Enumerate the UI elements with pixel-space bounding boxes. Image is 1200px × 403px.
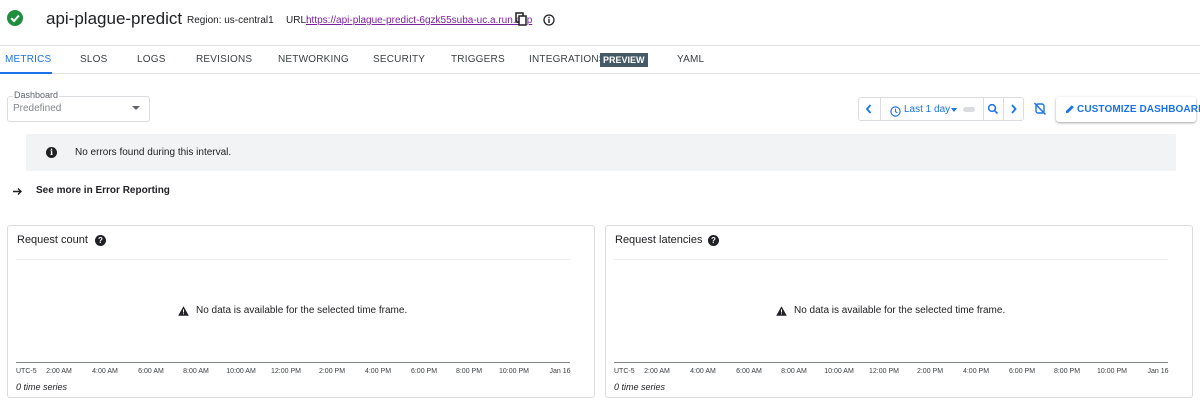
x-axis-tick-label: 4:00 AM — [690, 368, 716, 375]
time-series-count: 0 time series — [16, 382, 68, 392]
clock-icon — [890, 104, 901, 117]
no-data-text: No data is available for the selected ti… — [196, 305, 408, 316]
customize-dashboard-button[interactable]: CUSTOMIZE DASHBOARD — [1056, 97, 1200, 122]
x-axis-tick-label: 8:00 PM — [1053, 368, 1081, 375]
preview-badge: PREVIEW — [600, 53, 648, 67]
service-url-link[interactable]: https://api-plague-predict-6gzk55suba-uc… — [306, 15, 532, 26]
time-series-count: 0 time series — [614, 382, 666, 392]
x-axis-tick-label: 8:00 AM — [781, 368, 807, 375]
x-axis-tick-label: 10:00 PM — [499, 368, 529, 375]
x-axis-tick-label: 10:00 AM — [824, 368, 854, 375]
help-icon[interactable]: ? — [95, 235, 106, 246]
pencil-icon — [1066, 105, 1074, 113]
x-axis-tick-label: 4:00 PM — [364, 368, 392, 375]
x-axis-tick-label: 6:00 AM — [736, 368, 762, 375]
request-latencies-chart-card: Request latencies ? No data is available… — [605, 225, 1193, 398]
tab-logs[interactable]: LOGS — [137, 47, 166, 74]
chart-title: Request count — [17, 234, 88, 246]
x-axis-tick-label: UTC-5 — [614, 368, 635, 375]
chevron-right-icon — [1011, 104, 1017, 114]
x-axis-tick-label: 10:00 PM — [1097, 368, 1127, 375]
x-axis-tick-label: 8:00 PM — [455, 368, 483, 375]
zoom-button[interactable] — [983, 98, 1003, 120]
x-axis-tick-label: 12:00 PM — [869, 368, 899, 375]
previous-period-button[interactable] — [859, 98, 879, 120]
time-range-label: Last 1 day — [904, 104, 951, 115]
check-circle-icon — [7, 10, 23, 26]
x-axis — [16, 362, 570, 363]
no-data-text: No data is available for the selected ti… — [794, 305, 1006, 316]
time-range-indicator — [963, 107, 975, 112]
x-axis-tick-label: 2:00 PM — [916, 368, 944, 375]
tab-security[interactable]: SECURITY — [373, 47, 425, 74]
tab-revisions[interactable]: REVISIONS — [196, 47, 252, 74]
search-icon — [987, 103, 999, 115]
dashboard-select-value: Predefined — [13, 103, 62, 114]
customize-dashboard-label: CUSTOMIZE DASHBOARD — [1077, 104, 1200, 115]
dashboard-select-label: Dashboard — [13, 90, 60, 100]
see-more-label: See more in Error Reporting — [36, 185, 170, 196]
x-axis-tick-label: UTC-5 — [16, 368, 37, 375]
toggle-links-button[interactable] — [1030, 98, 1050, 120]
link-off-icon — [1033, 102, 1047, 116]
next-period-button[interactable] — [1004, 98, 1023, 120]
x-axis-tick-label: 10:00 AM — [226, 368, 256, 375]
x-axis-tick-label: 6:00 PM — [410, 368, 438, 375]
arrow-right-icon — [13, 188, 22, 195]
notice-text: No errors found during this interval. — [75, 147, 232, 158]
x-axis-tick-label: 6:00 PM — [1008, 368, 1036, 375]
caret-down-icon — [951, 108, 957, 112]
request-count-chart-card: Request count ? No data is available for… — [7, 225, 595, 398]
info-filled-icon: i — [46, 147, 57, 158]
service-title: api-plague-predict — [46, 9, 183, 28]
x-axis-tick-label: 12:00 PM — [271, 368, 301, 375]
x-axis-tick-label: Jan 16 — [1147, 368, 1169, 375]
x-axis-tick-label: 4:00 AM — [92, 368, 118, 375]
help-icon[interactable]: ? — [708, 235, 719, 246]
x-axis-tick-label: Jan 16 — [549, 368, 571, 375]
tab-yaml[interactable]: YAML — [677, 47, 704, 74]
copy-icon[interactable] — [515, 12, 527, 26]
tab-integrations[interactable]: INTEGRATIONS — [529, 47, 606, 74]
chevron-left-icon — [865, 104, 872, 114]
x-axis-tick-label: 2:00 PM — [318, 368, 346, 375]
chart-title: Request latencies — [615, 234, 703, 246]
x-axis-tick-label: 8:00 AM — [183, 368, 209, 375]
x-axis-tick-label: 2:00 AM — [644, 368, 670, 375]
tab-metrics[interactable]: METRICS — [0, 47, 52, 74]
divider — [614, 259, 1168, 260]
x-axis-tick-label: 6:00 AM — [138, 368, 164, 375]
tab-slos[interactable]: SLOS — [80, 47, 107, 74]
region-label: Region: us-central1 — [187, 15, 274, 26]
info-icon[interactable] — [543, 13, 555, 26]
caret-down-icon — [132, 106, 140, 110]
x-axis-tick-label: 2:00 AM — [46, 368, 72, 375]
service-header: api-plague-predict Region: us-central1 U… — [0, 0, 1200, 46]
divider — [16, 259, 570, 260]
tab-networking[interactable]: NETWORKING — [278, 47, 349, 74]
x-axis — [614, 362, 1168, 363]
x-axis-tick-label: 4:00 PM — [962, 368, 990, 375]
tab-triggers[interactable]: TRIGGERS — [451, 47, 505, 74]
warning-icon — [776, 306, 787, 316]
warning-icon — [178, 306, 189, 316]
